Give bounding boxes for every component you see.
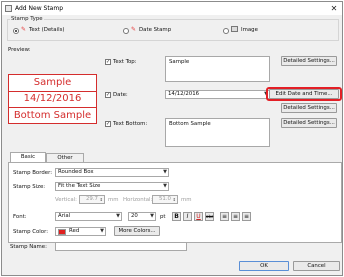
more-colors-button[interactable]: More Colors... [114,226,160,236]
text-bottom-checkbox[interactable]: ✓ [105,121,111,127]
text-top-input[interactable]: Sample [165,56,270,82]
font-dropdown[interactable]: Arial ▼ [55,212,122,221]
vertical-label: Vertical: [55,197,77,203]
close-icon[interactable]: ✕ [329,4,339,13]
date-detailed-settings-button[interactable]: Detailed Settings... [281,103,337,113]
stamp-color-label: Stamp Color: [13,229,49,235]
stamp-name-input[interactable] [55,242,187,251]
text-top-checkbox[interactable]: ✓ [105,59,111,65]
strikethrough-button[interactable]: abc [205,212,214,221]
title-bar: Add New Stamp ✕ [2,2,342,15]
stamp-border-dropdown[interactable]: Rounded Box ▼ [55,168,169,177]
cancel-button[interactable]: Cancel [293,261,340,271]
radio-image-label[interactable]: Image [241,27,258,33]
stamp-preview: Sample 14/12/2016 Bottom Sample [8,74,97,124]
vertical-spinner[interactable]: 29.7 ⇕ [79,195,105,204]
color-swatch [58,229,66,235]
align-left-button[interactable]: ≡ [220,212,229,221]
text-bottom-input[interactable]: Bottom Sample [165,118,270,147]
radio-date-stamp-label[interactable]: Date Stamp [139,27,171,33]
dialog-title: Add New Stamp [15,5,64,12]
ok-button[interactable]: OK [239,261,289,271]
date-stamp-icon: ✎ [131,26,137,33]
text-bottom-label: Text Bottom: [113,121,148,127]
date-dropdown[interactable]: 14/12/2016 ▼ [165,90,270,99]
stamp-name-label: Stamp Name: [10,244,47,250]
vertical-value: 29.7 [85,196,98,202]
chevron-down-icon: ▼ [100,228,104,234]
font-value: Arial [58,213,71,219]
stamp-type-label: Stamp Type [10,16,44,22]
stamp-border-value: Rounded Box [58,169,94,175]
spinner-icon: ⇕ [172,197,176,202]
tab-other-settings[interactable]: Other Settings [46,153,84,169]
spinner-icon: ⇕ [99,197,103,202]
vertical-unit: mm [108,197,119,203]
preview-line-top: Sample [33,77,72,88]
chevron-down-icon: ▼ [163,169,167,175]
font-size-value: 20 [131,213,138,219]
italic-button[interactable]: I [183,212,192,221]
chevron-down-icon: ▼ [150,213,154,219]
stamp-size-value: Fit the Text Size [58,183,101,189]
radio-date-stamp[interactable] [123,28,129,34]
horizontal-label: Horizontal: [123,197,153,203]
date-checkbox[interactable]: ✓ [105,92,111,98]
font-size-unit: pt [160,214,166,220]
date-value: 14/12/2016 [168,91,200,97]
date-label: Date: [113,92,128,98]
add-new-stamp-dialog: Add New Stamp ✕ Stamp Type ✎ Text (Detai… [1,1,343,276]
align-center-button[interactable]: ≡ [231,212,240,221]
radio-text-details-label[interactable]: Text (Details) [29,27,65,33]
image-stamp-icon [231,26,238,32]
stamp-border-label: Stamp Border: [13,170,53,176]
preview-divider-top [9,91,96,92]
horizontal-value: 51.0 [158,196,171,202]
chevron-down-icon: ▼ [116,213,120,219]
font-label: Font: [13,214,27,220]
radio-text-details[interactable] [13,28,19,34]
preview-divider-bottom [9,107,96,108]
chevron-down-icon: ▼ [163,183,167,189]
text-top-label: Text Top: [113,59,137,65]
stamp-size-label: Stamp Size: [13,184,46,190]
tab-basic-settings[interactable]: Basic Settings [10,152,46,168]
text-stamp-icon: ✎ [21,26,27,33]
underline-button[interactable]: U [194,212,203,221]
font-size-dropdown[interactable]: 20 ▼ [128,212,156,221]
stamp-color-dropdown[interactable]: Red ▼ [55,227,106,236]
edit-date-highlight [266,87,342,101]
bold-button[interactable]: B [172,212,181,221]
stamp-color-value: Red [69,228,80,234]
preview-line-date: 14/12/2016 [23,93,82,104]
text-top-detailed-settings-button[interactable]: Detailed Settings... [281,56,337,66]
stamp-size-dropdown[interactable]: Fit the Text Size ▼ [55,182,169,191]
preview-line-bottom: Bottom Sample [13,110,92,121]
text-bottom-detailed-settings-button[interactable]: Detailed Settings... [281,118,337,128]
align-right-button[interactable]: ≡ [242,212,251,221]
horizontal-unit: mm [181,197,192,203]
radio-image[interactable] [223,28,229,34]
preview-label: Preview: [8,47,31,53]
stamp-app-icon [5,5,12,12]
horizontal-spinner[interactable]: 51.0 ⇕ [152,195,178,204]
